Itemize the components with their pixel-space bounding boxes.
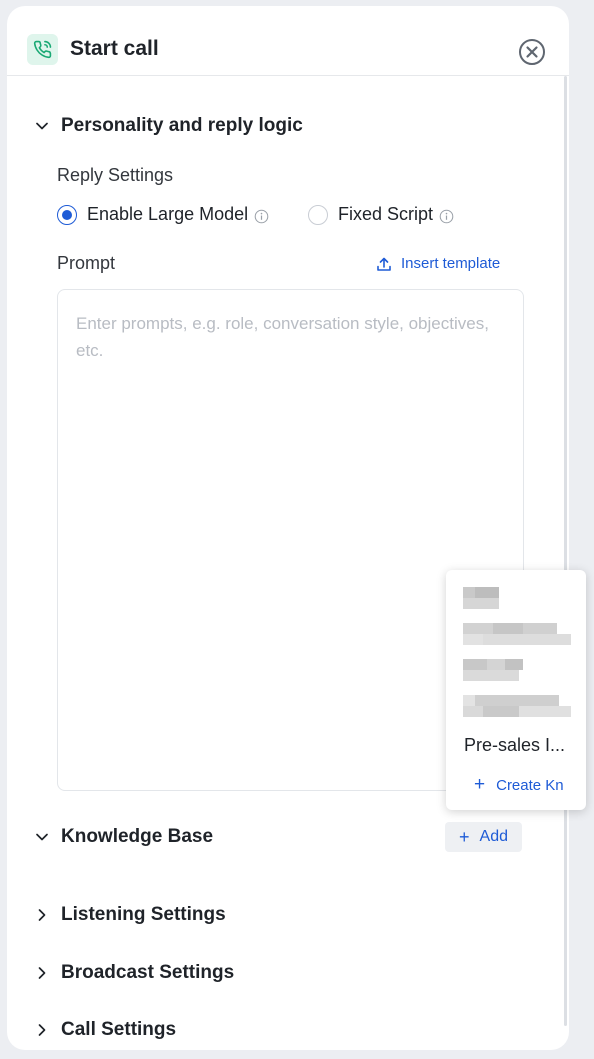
section-label: Knowledge Base (61, 826, 214, 847)
section-toggle-personality[interactable]: Personality and reply logic (35, 115, 303, 137)
section-label: Broadcast Settings (61, 962, 235, 983)
chevron-down-icon (36, 122, 48, 130)
info-icon[interactable] (254, 209, 269, 224)
phone-call-icon (27, 34, 58, 65)
create-knowledge-base-link[interactable]: + Create Kn (474, 774, 564, 796)
create-knowledge-label: Create Kn (496, 776, 564, 794)
upload-icon (377, 257, 391, 271)
section-label: Call Settings (61, 1019, 177, 1040)
section-label: Personality and reply logic (61, 115, 303, 136)
knowledge-base-dropdown: Pre-sales I... + Create Kn (446, 570, 586, 810)
radio-enable-large-model[interactable]: Enable Large Model (57, 204, 269, 225)
radio-fixed-script[interactable]: Fixed Script (308, 204, 454, 225)
chevron-down-icon (36, 833, 48, 841)
radio-circle (308, 204, 328, 225)
chevron-right-icon (38, 1024, 46, 1036)
section-toggle-knowledge-base[interactable]: Knowledge Base (35, 826, 213, 848)
radio-label: Fixed Script (338, 204, 434, 224)
info-icon[interactable] (439, 209, 454, 224)
section-toggle-listening[interactable]: Listening Settings (35, 904, 226, 926)
prompt-label: Prompt (57, 253, 116, 273)
radio-circle (57, 204, 77, 225)
dropdown-item-redacted[interactable] (463, 695, 571, 717)
reply-settings-label: Reply Settings (57, 165, 174, 185)
insert-template-label: Insert template (401, 255, 501, 272)
insert-template-link[interactable]: Insert template (376, 255, 500, 272)
scrollbar[interactable] (564, 76, 567, 1026)
dropdown-item-presales[interactable]: Pre-sales I... (464, 735, 565, 756)
dropdown-item-redacted[interactable] (463, 659, 523, 681)
radio-label: Enable Large Model (87, 204, 249, 224)
chevron-right-icon (38, 967, 46, 979)
dropdown-item-redacted[interactable] (463, 587, 499, 609)
add-knowledge-button[interactable]: + Add (445, 822, 522, 852)
dropdown-item-redacted[interactable] (463, 623, 571, 645)
start-call-panel: Start call Personality and reply logic R… (7, 6, 569, 1050)
section-toggle-broadcast[interactable]: Broadcast Settings (35, 962, 234, 984)
panel-title: Start call (70, 37, 159, 60)
section-toggle-call[interactable]: Call Settings (35, 1019, 176, 1041)
panel-header: Start call (7, 6, 569, 76)
plus-icon: + (459, 826, 470, 847)
section-label: Listening Settings (61, 904, 226, 925)
add-label: Add (479, 828, 508, 845)
chevron-right-icon (38, 909, 46, 921)
plus-icon: + (474, 774, 486, 795)
close-icon[interactable] (518, 38, 546, 66)
